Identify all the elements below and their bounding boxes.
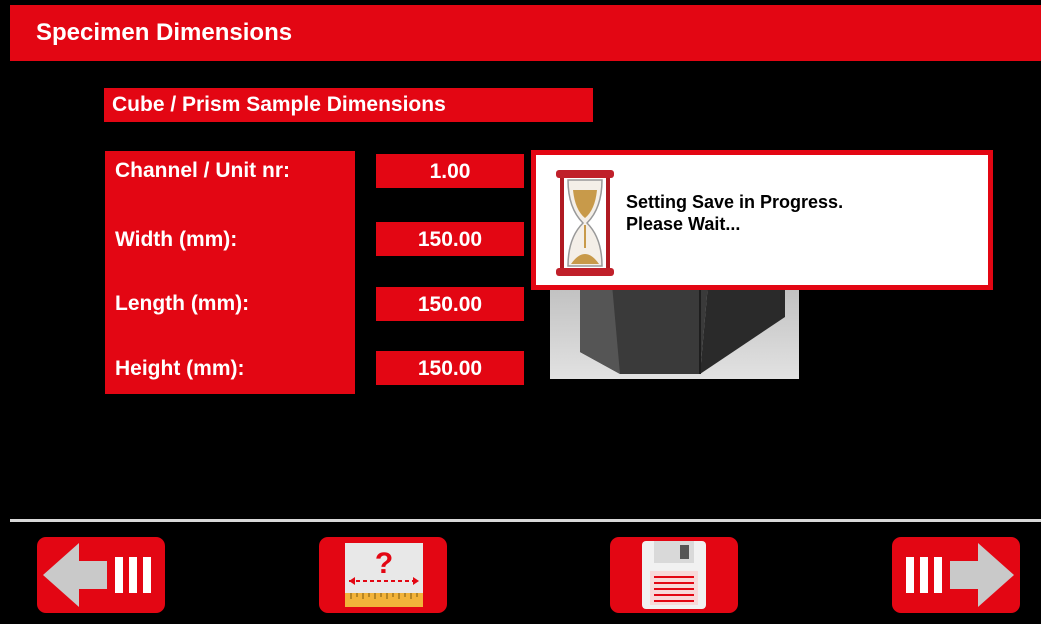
length-label: Length (mm): [115,292,250,315]
section-title: Cube / Prism Sample Dimensions [104,88,593,122]
dialog-line-2: Please Wait... [626,214,741,234]
field-labels-panel: Channel / Unit nr: Width (mm): Length (m… [105,151,355,394]
height-value-field[interactable]: 150.00 [376,351,524,385]
next-arrow-icon [906,543,1014,607]
hourglass-icon [554,168,616,278]
back-arrow-icon [43,543,151,607]
save-button[interactable] [610,537,738,613]
save-progress-dialog: Setting Save in Progress. Please Wait... [531,150,993,290]
page-title: Specimen Dimensions [36,19,293,46]
dialog-body: Setting Save in Progress. Please Wait... [536,155,988,285]
width-label: Width (mm): [115,228,238,251]
dialog-message: Setting Save in Progress. Please Wait... [626,191,843,235]
height-label: Height (mm): [115,357,245,380]
length-value-field[interactable]: 150.00 [376,287,524,321]
next-button[interactable] [892,537,1020,613]
floppy-disk-icon [642,541,706,609]
back-button[interactable] [37,537,165,613]
dialog-line-1: Setting Save in Progress. [626,192,844,212]
channel-label: Channel / Unit nr: [115,159,290,182]
help-button[interactable]: ? [319,537,447,613]
channel-value-field[interactable]: 1.00 [376,154,524,188]
width-value-field[interactable]: 150.00 [376,222,524,256]
help-question-mark: ? [375,547,393,580]
header-bar: Specimen Dimensions [10,5,1041,61]
toolbar-divider [10,519,1041,522]
measure-help-icon: ? [345,543,423,607]
